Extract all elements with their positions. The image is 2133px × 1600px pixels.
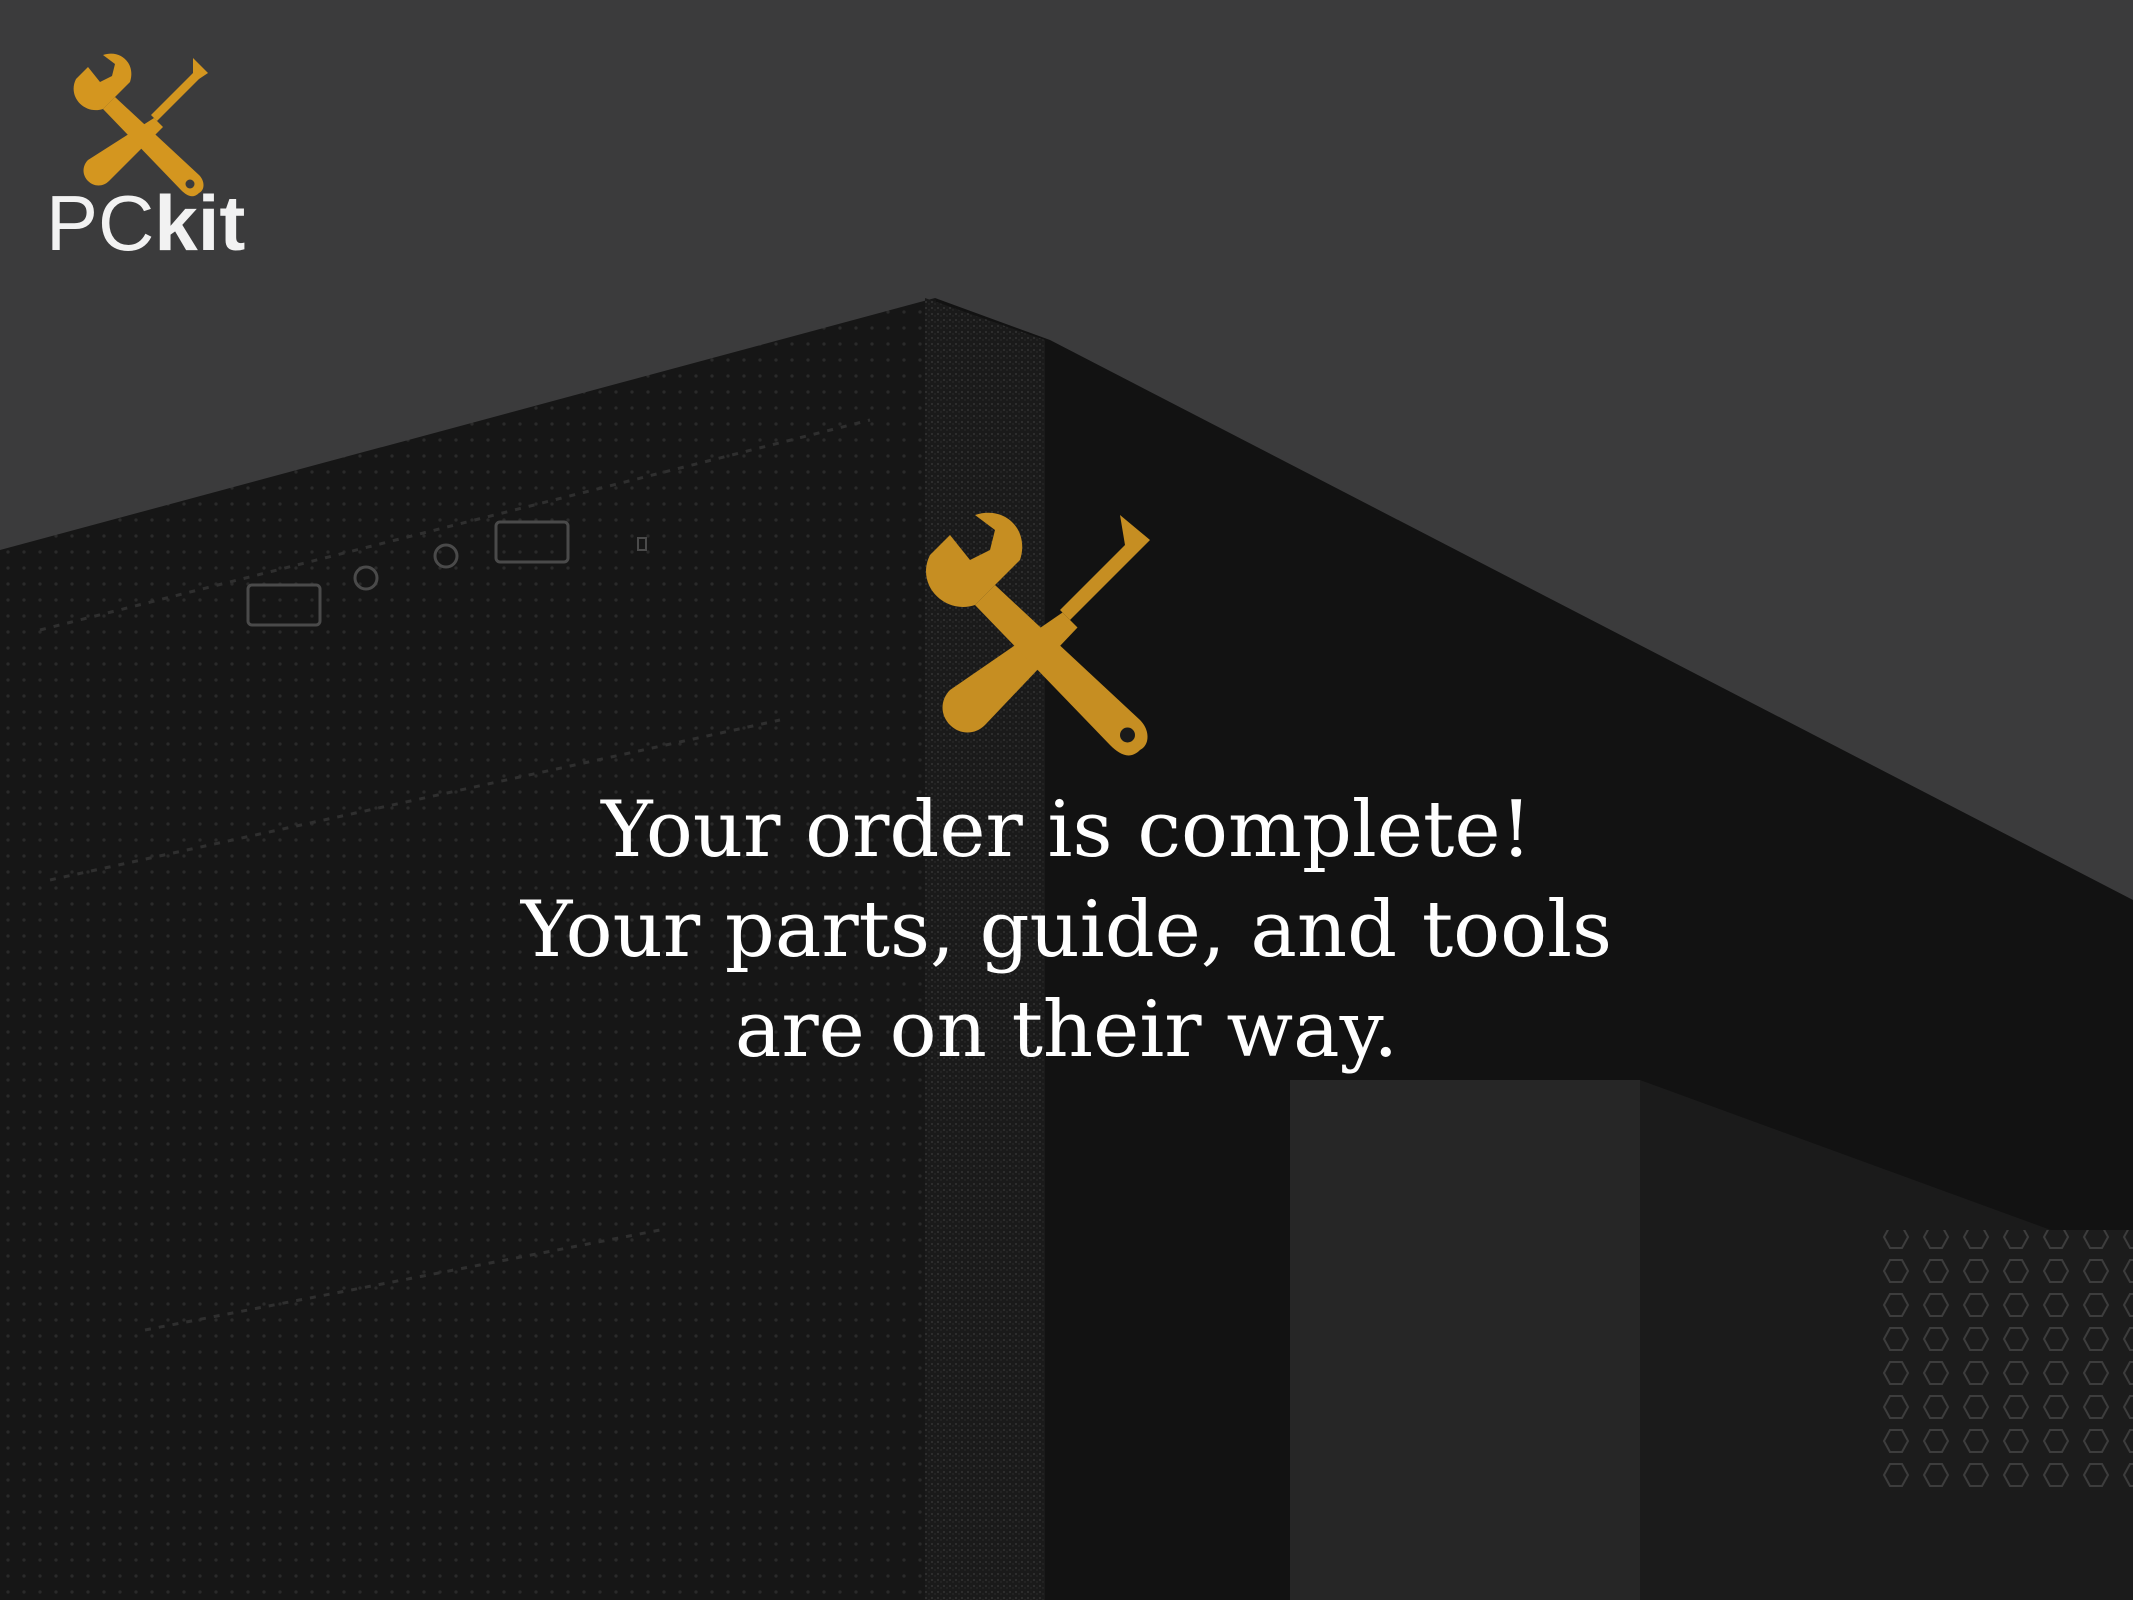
confirmation-line-2: Your parts, guide, and tools bbox=[520, 885, 1613, 975]
confirmation-page: PCkit Your order is complete! Your parts… bbox=[0, 0, 2133, 1600]
brand-wordmark: PCkit bbox=[46, 184, 245, 262]
pckit-logo[interactable]: PCkit bbox=[40, 52, 250, 272]
order-confirmation-message: Your order is complete! Your parts, guid… bbox=[0, 780, 2133, 1080]
confirmation-line-1: Your order is complete! bbox=[601, 785, 1532, 875]
confirmation-line-3: are on their way. bbox=[734, 985, 1399, 1075]
brand-name-kit: kit bbox=[154, 179, 246, 267]
wrench-screwdriver-crossed-icon bbox=[926, 512, 1150, 756]
brand-name-pc: PC bbox=[46, 179, 155, 267]
